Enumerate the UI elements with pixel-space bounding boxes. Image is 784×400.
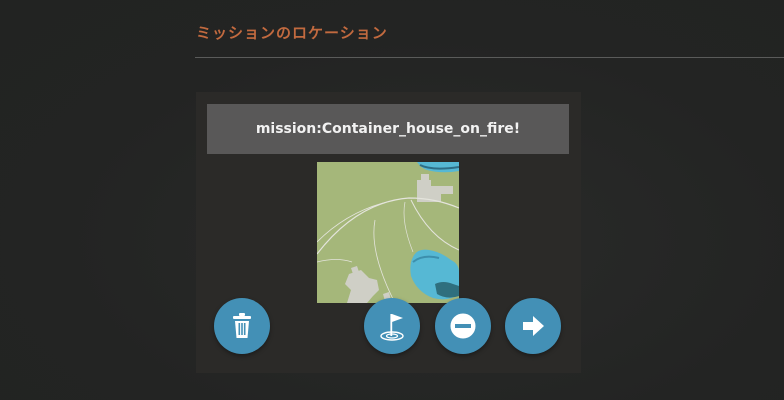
mission-card: mission:Container_house_on_fire! [196, 92, 581, 373]
next-button[interactable] [505, 298, 561, 354]
flag-location-icon [380, 314, 404, 341]
set-location-button[interactable] [364, 298, 420, 354]
map-thumbnail[interactable] [317, 162, 459, 303]
arrow-right-icon [523, 316, 544, 336]
remove-location-button[interactable] [435, 298, 491, 354]
title-divider [195, 57, 784, 58]
delete-button[interactable] [214, 298, 270, 354]
mission-location-page: ミッションのロケーション mission:Container_house_on_… [0, 0, 784, 400]
trash-icon [233, 313, 251, 338]
section-title: ミッションのロケーション [196, 24, 388, 42]
minus-circle-icon [450, 313, 476, 339]
map-image [317, 162, 459, 303]
mission-header: mission:Container_house_on_fire! [207, 104, 569, 154]
mission-name: mission:Container_house_on_fire! [255, 121, 521, 137]
